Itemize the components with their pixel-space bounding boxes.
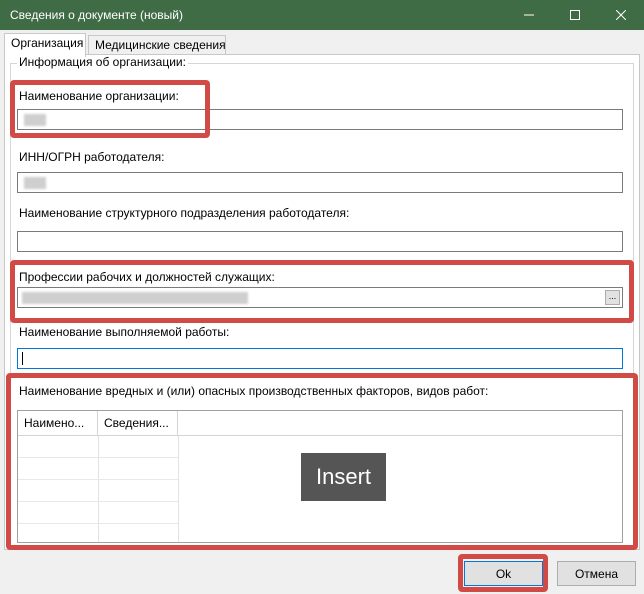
subdivision-label: Наименование структурного подразделения … <box>19 206 350 220</box>
profession-label: Профессии рабочих и должностей служащих: <box>19 270 275 284</box>
row-line <box>18 501 178 502</box>
row-line <box>18 479 178 480</box>
window-title: Сведения о документе (новый) <box>10 8 184 22</box>
minimize-button[interactable] <box>506 0 552 30</box>
work-field[interactable] <box>17 348 623 369</box>
close-icon <box>616 10 626 20</box>
window-titlebar: Сведения о документе (новый) <box>0 0 644 30</box>
group-legend: Информация об организации: <box>17 55 188 69</box>
minimize-icon <box>524 14 534 16</box>
header-divider <box>18 435 622 436</box>
redacted-value <box>22 292 248 304</box>
column-divider <box>178 435 179 542</box>
row-line <box>18 457 178 458</box>
maximize-icon <box>570 10 580 20</box>
factors-label: Наименование вредных и (или) опасных про… <box>19 384 489 398</box>
ok-button[interactable]: Ok <box>464 561 543 586</box>
text-caret <box>22 352 23 365</box>
tab-organization[interactable]: Организация <box>4 33 86 57</box>
column-header-name[interactable]: Наимено... <box>18 411 98 435</box>
inn-ogrn-field[interactable] <box>17 172 623 193</box>
column-header-info[interactable]: Сведения... <box>98 411 178 435</box>
org-name-field[interactable] <box>17 109 623 130</box>
close-button[interactable] <box>598 0 644 30</box>
profession-field[interactable]: ... <box>17 287 623 308</box>
org-name-label: Наименование организации: <box>19 89 179 103</box>
insert-key-overlay: Insert <box>301 453 386 501</box>
profession-lookup-button[interactable]: ... <box>605 290 620 305</box>
subdivision-field[interactable] <box>17 231 623 252</box>
work-label: Наименование выполняемой работы: <box>19 325 230 339</box>
redacted-value <box>24 114 46 126</box>
cancel-button[interactable]: Отмена <box>557 561 636 586</box>
row-line <box>18 523 178 524</box>
inn-ogrn-label: ИНН/ОГРН работодателя: <box>19 150 165 164</box>
maximize-button[interactable] <box>552 0 598 30</box>
tab-medical-info[interactable]: Медицинские сведения <box>88 35 226 55</box>
redacted-value <box>24 177 46 189</box>
column-divider <box>98 435 99 542</box>
